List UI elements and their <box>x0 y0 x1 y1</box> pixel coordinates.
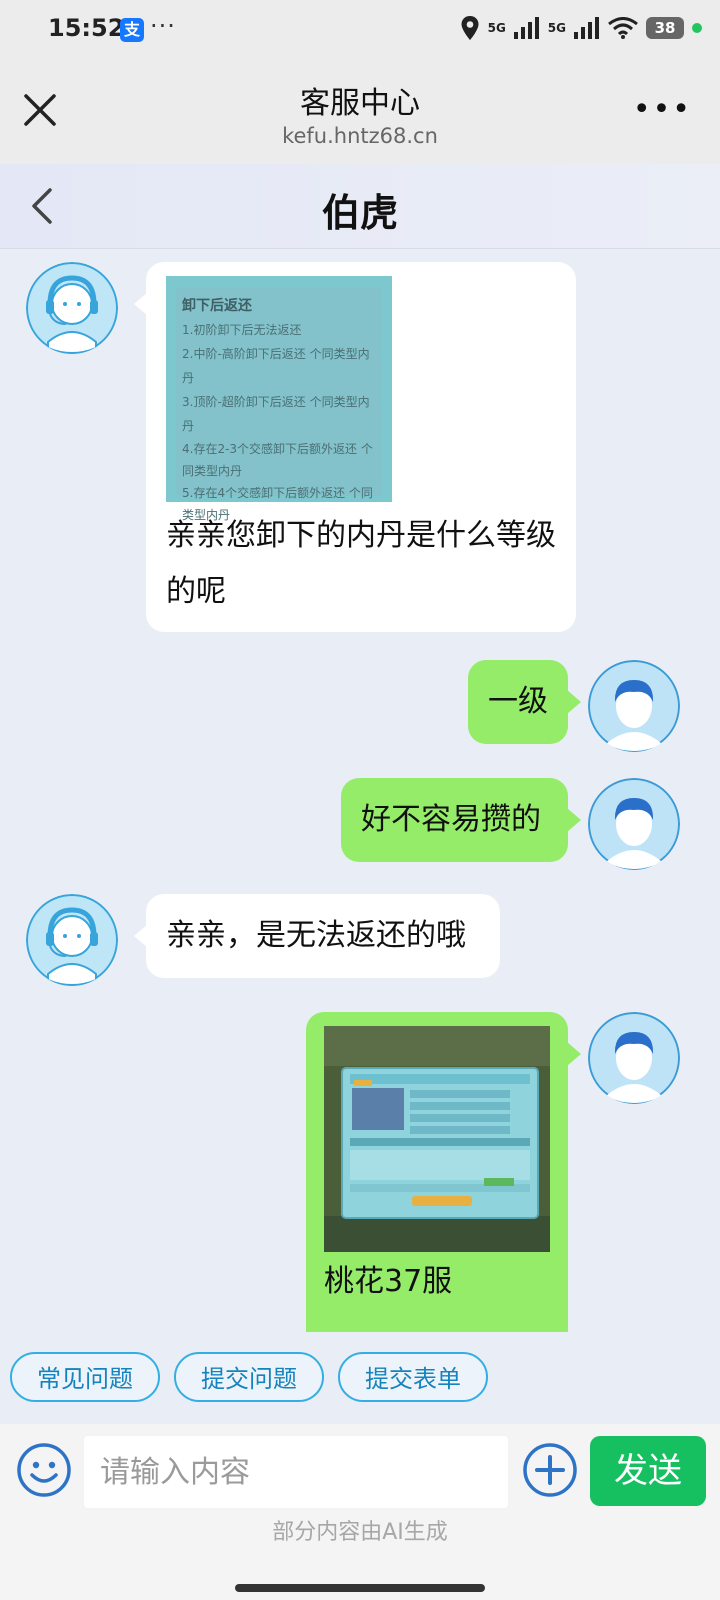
message-bubble[interactable]: 亲亲，是无法返还的哦 <box>146 894 500 978</box>
send-button[interactable]: 发送 <box>590 1436 706 1506</box>
image-line: 2.中阶-高阶卸下后返还 个同类型内丹 <box>182 347 370 385</box>
page-header: 伯虎 <box>0 164 720 249</box>
user-avatar-icon <box>588 660 680 752</box>
image-content: 卸下后返还 1.初阶卸下后无法返还 2.中阶-高阶卸下后返还 个同类型内丹 3.… <box>176 288 382 522</box>
network-type-2: 5G <box>547 21 566 35</box>
network-type: 5G <box>487 21 506 35</box>
submit-question-button[interactable]: 提交问题 <box>174 1352 324 1402</box>
image-line: 1.初阶卸下后无法返还 <box>182 323 302 337</box>
battery-indicator: 38 <box>646 17 684 39</box>
message-text: 亲亲您卸下的内丹是什么等级的呢 <box>166 518 556 609</box>
message-bubble[interactable]: 卸下后返还 1.初阶卸下后无法返还 2.中阶-高阶卸下后返还 个同类型内丹 3.… <box>146 262 576 632</box>
input-bar: 发送 部分内容由AI生成 <box>0 1424 720 1600</box>
signal-icon <box>513 17 539 39</box>
status-more: ··· <box>150 12 176 40</box>
bubble-tail <box>567 690 581 714</box>
browser-title: 客服中心 <box>300 86 420 121</box>
image-line: 3.顶阶-超阶卸下后返还 个同类型内丹 <box>182 395 370 433</box>
emoji-icon[interactable] <box>16 1442 72 1498</box>
page-title: 伯虎 <box>321 191 398 235</box>
message-image[interactable] <box>324 1026 550 1252</box>
location-icon <box>461 16 479 40</box>
signal-icon-2 <box>574 17 599 39</box>
bubble-tail <box>567 808 581 832</box>
status-bar: 15:52 支 ··· 5G 5G 38 <box>0 0 720 62</box>
image-title: 卸下后返还 <box>182 298 252 314</box>
message-bubble[interactable]: 桃花37服 <box>306 1012 568 1332</box>
more-menu-icon[interactable]: ••• <box>633 95 692 125</box>
quick-actions: 常见问题 提交问题 提交表单 <box>0 1350 720 1406</box>
message-image[interactable]: 卸下后返还 1.初阶卸下后无法返还 2.中阶-高阶卸下后返还 个同类型内丹 3.… <box>166 276 392 522</box>
browser-url: kefu.hntz68.cn <box>282 124 438 148</box>
game-screenshot-image <box>324 1026 550 1252</box>
privacy-dot <box>692 23 702 33</box>
agent-avatar-icon <box>26 262 118 354</box>
message-bubble[interactable]: 一级 <box>468 660 568 744</box>
home-indicator[interactable] <box>235 1584 485 1592</box>
image-line: 4.存在2-3个交感卸下后额外返还 个同类型内丹 <box>182 442 373 478</box>
bubble-tail <box>567 1042 581 1066</box>
user-avatar-icon <box>588 778 680 870</box>
message-input[interactable] <box>84 1436 508 1508</box>
browser-header: 客服中心 kefu.hntz68.cn ••• <box>0 62 720 164</box>
message-text: 桃花37服 <box>324 1264 453 1299</box>
chat-messages[interactable]: 卸下后返还 1.初阶卸下后无法返还 2.中阶-高阶卸下后返还 个同类型内丹 3.… <box>0 248 720 1348</box>
ai-disclaimer: 部分内容由AI生成 <box>272 1520 448 1545</box>
alipay-icon: 支 <box>120 18 144 42</box>
status-indicators: 5G 5G 38 <box>460 15 702 41</box>
message-bubble[interactable]: 好不容易攒的 <box>341 778 568 862</box>
faq-button[interactable]: 常见问题 <box>10 1352 160 1402</box>
user-avatar-icon <box>588 1012 680 1104</box>
submit-form-button[interactable]: 提交表单 <box>338 1352 488 1402</box>
wifi-icon <box>608 17 638 39</box>
agent-avatar-icon <box>26 894 118 986</box>
plus-icon[interactable] <box>522 1442 578 1498</box>
status-time: 15:52 <box>48 14 125 42</box>
